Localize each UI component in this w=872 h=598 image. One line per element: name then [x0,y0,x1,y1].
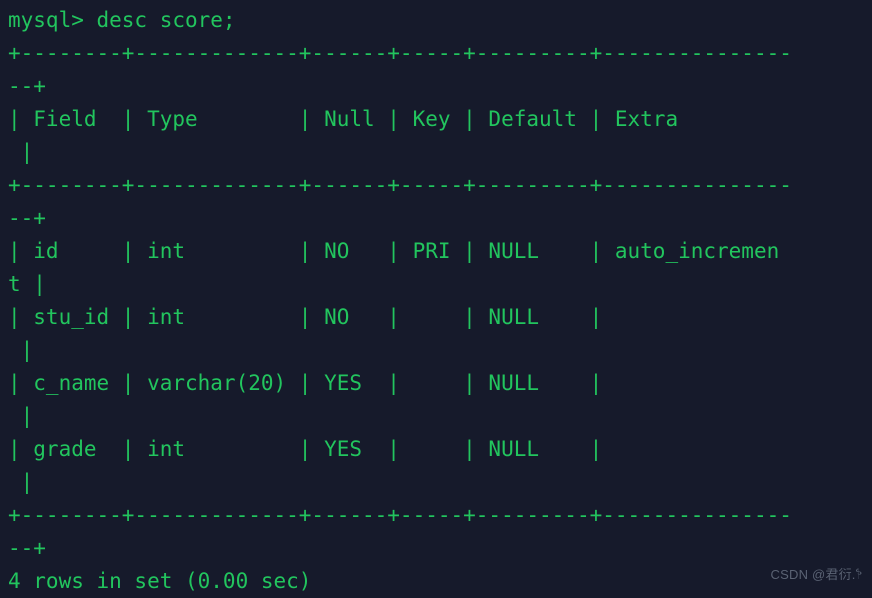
terminal-line-row-stu-id: | stu_id | int | NO | | NULL | [8,305,780,329]
terminal-line-row-grade: | grade | int | YES | | NULL | [8,437,780,461]
terminal-line-separator-bottom-wrap: --+ [8,536,46,560]
terminal-line-result-status: 4 rows in set (0.00 sec) [8,569,312,593]
terminal-line-prompt: mysql> desc score; [8,8,236,32]
terminal-line-row-id-wrap: t | [8,272,46,296]
terminal-line-row-c-name: | c_name | varchar(20) | YES | | NULL | [8,371,780,395]
terminal-line-row-stu-id-wrap: | [8,338,34,362]
terminal-line-separator-top: +--------+-------------+------+-----+---… [8,41,792,65]
terminal-line-row-id: | id | int | NO | PRI | NULL | auto_incr… [8,239,780,263]
terminal-line-table-header: | Field | Type | Null | Key | Default | … [8,107,792,131]
terminal-line-separator-header-wrap: --+ [8,206,46,230]
terminal-line-row-grade-wrap: | [8,470,34,494]
csdn-watermark: CSDN @君衍.෦ [770,567,862,582]
terminal-window[interactable]: mysql> desc score; +--------+-----------… [0,0,872,595]
terminal-line-separator-header: +--------+-------------+------+-----+---… [8,173,792,197]
terminal-line-separator-bottom: +--------+-------------+------+-----+---… [8,503,792,527]
terminal-line-row-c-name-wrap: | [8,404,34,428]
terminal-line-separator-top-wrap: --+ [8,74,46,98]
terminal-line-table-header-wrap: | [8,140,34,164]
